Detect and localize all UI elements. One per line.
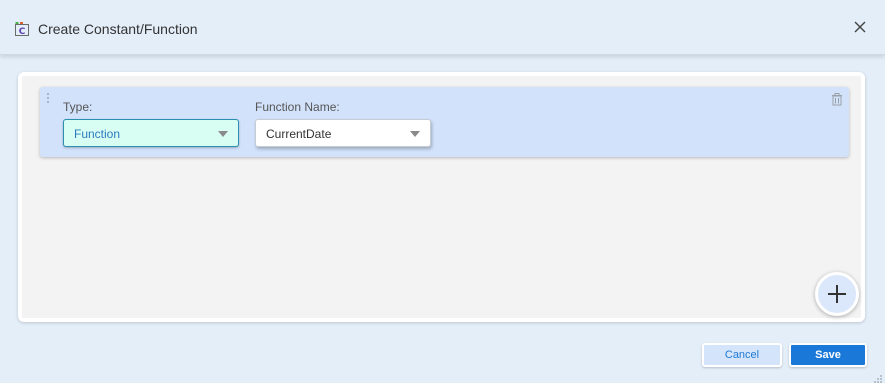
- resize-grip-icon[interactable]: [873, 371, 883, 383]
- create-constant-function-dialog: C Create Constant/Function Type: Functio…: [0, 0, 885, 383]
- plus-icon: [828, 285, 846, 303]
- type-select-value: Function: [74, 127, 121, 141]
- cancel-button[interactable]: Cancel: [702, 343, 782, 367]
- drag-handle-icon[interactable]: [45, 92, 51, 106]
- close-icon[interactable]: [851, 18, 869, 36]
- dialog-title: Create Constant/Function: [38, 21, 198, 37]
- constant-function-icon: C: [14, 21, 30, 37]
- function-name-label: Function Name:: [255, 100, 340, 114]
- chevron-down-icon: [410, 131, 420, 137]
- type-select[interactable]: Function: [63, 119, 239, 147]
- chevron-down-icon: [218, 131, 228, 137]
- content-panel: Type: Function Function Name: CurrentDat…: [18, 72, 865, 322]
- function-name-select-value: CurrentDate: [266, 127, 332, 141]
- add-row-button[interactable]: [815, 272, 859, 316]
- dialog-titlebar: C Create Constant/Function: [0, 0, 885, 55]
- trash-icon[interactable]: [831, 93, 843, 106]
- function-name-select[interactable]: CurrentDate: [255, 119, 431, 147]
- svg-text:C: C: [19, 27, 26, 37]
- type-label: Type:: [63, 100, 93, 114]
- save-button[interactable]: Save: [789, 343, 867, 367]
- constant-function-row: Type: Function Function Name: CurrentDat…: [40, 87, 849, 157]
